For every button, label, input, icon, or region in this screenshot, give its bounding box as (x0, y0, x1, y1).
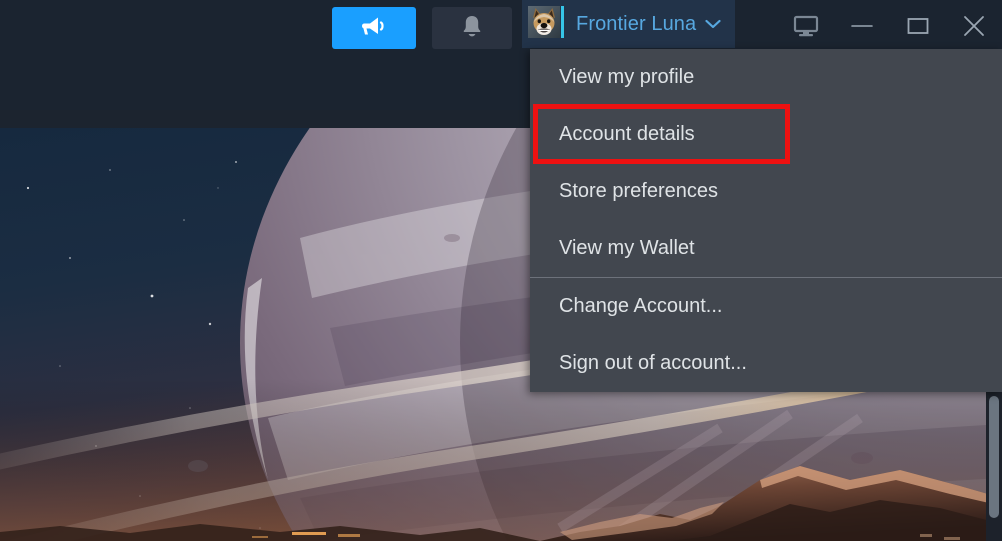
menu-item-store-preferences[interactable]: Store preferences (530, 163, 1002, 220)
menu-item-label: Store preferences (559, 180, 718, 202)
scrollbar-thumb[interactable] (989, 396, 999, 518)
maximize-button[interactable] (890, 6, 946, 50)
monitor-icon (793, 15, 819, 42)
menu-item-label: View my profile (559, 66, 695, 88)
remote-display-button[interactable] (778, 6, 834, 50)
vertical-scrollbar[interactable] (986, 388, 1002, 541)
menu-item-label: Account details (559, 123, 695, 145)
avatar (528, 6, 564, 42)
menu-item-view-my-wallet[interactable]: View my Wallet (530, 220, 1002, 277)
menu-item-account-details[interactable]: Account details (530, 106, 1002, 163)
chevron-down-icon (705, 19, 721, 29)
account-menu-button[interactable]: Frontier Luna (522, 0, 736, 48)
steam-client-window: Frontier Luna View my profile Account de… (0, 0, 1002, 541)
minimize-button[interactable] (834, 6, 890, 50)
bell-icon (461, 14, 483, 43)
minimize-icon (849, 19, 875, 38)
menu-item-change-account[interactable]: Change Account... (530, 278, 1002, 335)
account-name-label: Frontier Luna (576, 12, 697, 35)
online-status-indicator (561, 6, 564, 38)
account-dropdown-menu: View my profile Account details Store pr… (530, 49, 1002, 392)
menu-item-sign-out-of-account[interactable]: Sign out of account... (530, 335, 1002, 392)
menu-item-label: Change Account... (559, 295, 723, 317)
menu-item-label: Sign out of account... (559, 352, 747, 374)
close-icon (961, 13, 987, 44)
window-controls (778, 0, 1002, 56)
broadcast-button[interactable] (332, 7, 416, 49)
menu-item-label: View my Wallet (559, 237, 695, 259)
maximize-icon (905, 15, 931, 42)
avatar-image (528, 6, 564, 38)
notifications-button[interactable] (432, 7, 512, 49)
close-button[interactable] (946, 6, 1002, 50)
megaphone-icon (361, 16, 387, 41)
menu-item-view-my-profile[interactable]: View my profile (530, 49, 1002, 106)
